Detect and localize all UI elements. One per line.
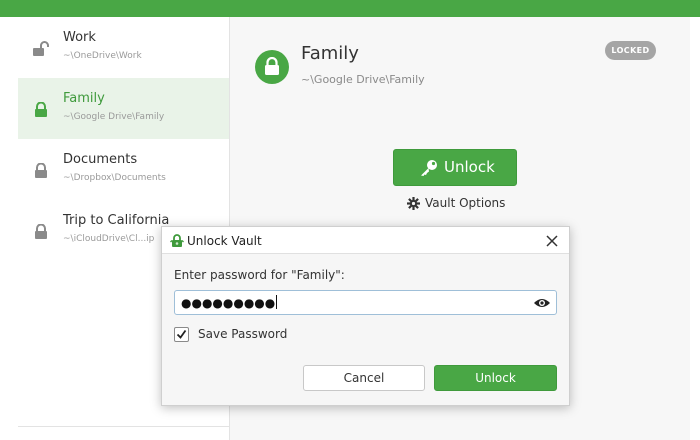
vault-name: Work [63,30,96,45]
eye-icon[interactable] [533,297,551,309]
unlock-vault-dialog: Unlock Vault Enter password for "Family"… [161,226,570,406]
save-password-checkbox[interactable] [174,327,189,342]
unlock-button-label: Unlock [444,158,495,176]
dialog-unlock-button[interactable]: Unlock [434,365,557,391]
vault-options-label: Vault Options [425,196,506,210]
vault-path: ~\Google Drive\Family [301,73,425,86]
lock-icon [35,163,47,178]
lock-icon [35,102,47,117]
dialog-titlebar: Unlock Vault [162,227,569,254]
lock-open-icon [33,41,49,56]
checkmark-icon [176,329,187,339]
close-icon[interactable] [544,233,560,249]
vault-lock-icon [255,50,289,84]
password-prompt: Enter password for "Family": [174,268,345,282]
unlock-button[interactable]: Unlock [393,149,517,186]
password-value: ●●●●●●●●● [181,295,278,310]
vault-item-documents[interactable]: Documents ~\Dropbox\Documents [18,139,229,200]
password-input[interactable]: ●●●●●●●●● [174,290,557,315]
vault-name: Documents [63,152,138,167]
status-badge: LOCKED [605,41,656,60]
key-icon [421,160,437,176]
vault-item-family[interactable]: Family ~\Google Drive\Family [18,78,229,139]
vault-name: Trip to California [63,213,170,228]
vault-name: Family [63,91,105,106]
save-password-label: Save Password [198,327,288,341]
cancel-button[interactable]: Cancel [303,365,425,391]
vault-path: ~\Dropbox\Documents [63,173,166,183]
vault-item-work[interactable]: Work ~\OneDrive\Work [18,17,229,78]
vault-title: Family [301,43,359,64]
dialog-title: Unlock Vault [187,234,262,248]
vault-path: ~\iCloudDrive\Cl...ip [63,234,155,244]
vault-path: ~\Google Drive\Family [63,112,165,122]
vault-path: ~\OneDrive\Work [63,51,142,61]
lock-icon [35,224,47,239]
app-logo-icon [170,234,184,247]
title-bar [0,0,700,17]
gear-icon [407,197,420,210]
sidebar-footer [18,426,229,440]
